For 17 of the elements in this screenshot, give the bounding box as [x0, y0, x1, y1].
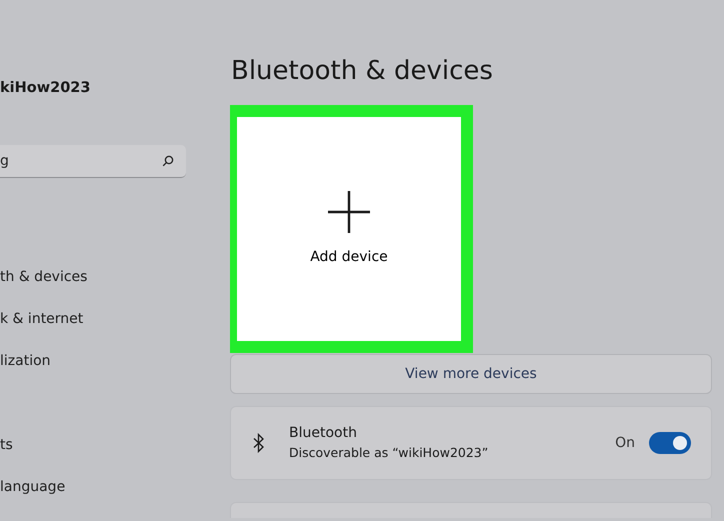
bluetooth-toggle[interactable] — [649, 432, 691, 454]
sidebar-item[interactable]: lization — [0, 340, 51, 382]
sidebar-item[interactable]: ts — [0, 424, 13, 466]
bluetooth-title: Bluetooth — [289, 424, 358, 443]
toggle-state-label: On — [615, 434, 635, 452]
bluetooth-subtitle: Discoverable as “wikiHow2023” — [289, 444, 490, 462]
sidebar-item[interactable]: language — [0, 466, 66, 508]
search-field[interactable]: g — [0, 145, 186, 178]
user-name: kiHow2023 — [0, 79, 92, 98]
add-device-tile[interactable]: Add device — [230, 105, 473, 353]
sidebar-item[interactable]: th & devices — [0, 256, 88, 298]
page-title: Bluetooth & devices — [231, 55, 494, 88]
search-icon — [162, 155, 174, 167]
plus-icon — [328, 190, 370, 232]
bluetooth-icon — [253, 433, 265, 453]
view-more-devices-button[interactable]: View more devices — [230, 354, 712, 394]
sidebar-item[interactable]: k & internet — [0, 298, 84, 340]
